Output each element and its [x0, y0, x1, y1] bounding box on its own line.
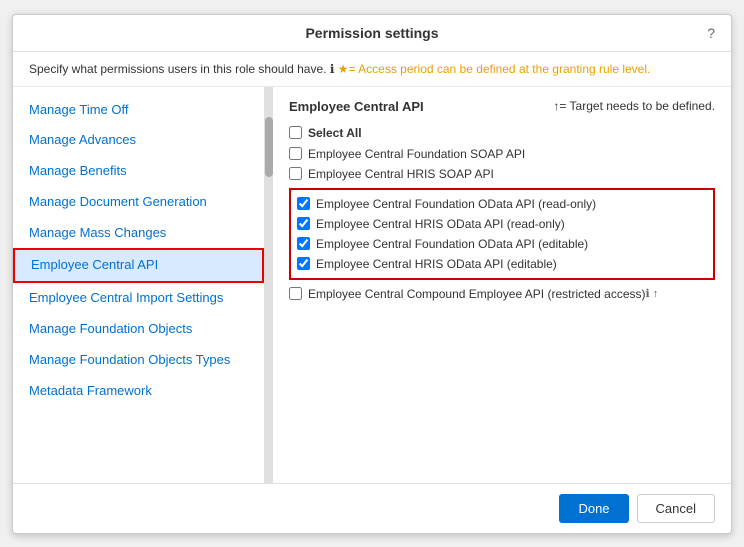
checkbox-label-ec-hris-odata-editable: Employee Central HRIS OData API (editabl…: [316, 257, 557, 271]
checkbox-row-ec-foundation-odata-editable: Employee Central Foundation OData API (e…: [297, 234, 707, 254]
checkbox-label-ec-foundation-soap: Employee Central Foundation SOAP API: [308, 147, 525, 161]
checkbox-row-ec-hris-odata-editable: Employee Central HRIS OData API (editabl…: [297, 254, 707, 274]
checkbox-row-ec-foundation-odata-readonly: Employee Central Foundation OData API (r…: [297, 194, 707, 214]
dialog-header: Permission settings ?: [13, 15, 731, 52]
checkboxes-container: Select All Employee Central Foundation S…: [289, 122, 715, 304]
sidebar-scroll-thumb[interactable]: [265, 117, 273, 177]
checkbox-row-ec-compound-employee: Employee Central Compound Employee API (…: [289, 284, 715, 304]
checkboxes-list: Employee Central Foundation SOAP API Empl…: [289, 144, 715, 304]
checkbox-row-ec-hris-odata-readonly: Employee Central HRIS OData API (read-on…: [297, 214, 707, 234]
sidebar-item-manage-foundation-objects[interactable]: Manage Foundation Objects: [13, 314, 264, 345]
dialog-title: Permission settings: [305, 25, 438, 41]
sidebar-item-employee-central-api[interactable]: Employee Central API: [13, 248, 264, 283]
sidebar-item-metadata-framework[interactable]: Metadata Framework: [13, 376, 264, 407]
section-header: Employee Central API ↑= Target needs to …: [289, 99, 715, 114]
checkbox-row-ec-hris-soap: Employee Central HRIS SOAP API: [289, 164, 715, 184]
sidebar-item-employee-central-import-settings[interactable]: Employee Central Import Settings: [13, 283, 264, 314]
checkbox-label-ec-foundation-odata-readonly: Employee Central Foundation OData API (r…: [316, 197, 596, 211]
info-target-icon: ℹ ↑: [645, 287, 658, 300]
section-title: Employee Central API: [289, 99, 424, 114]
checkbox-ec-hris-soap[interactable]: [289, 167, 302, 180]
sidebar-item-manage-benefits[interactable]: Manage Benefits: [13, 156, 264, 187]
select-all-label: Select All: [308, 126, 362, 140]
checkbox-label-ec-compound-employee: Employee Central Compound Employee API (…: [308, 287, 645, 301]
sidebar-scrollbar[interactable]: [265, 87, 273, 483]
checkbox-ec-foundation-odata-editable[interactable]: [297, 237, 310, 250]
help-icon[interactable]: ?: [707, 25, 715, 41]
star-note: ★= Access period can be defined at the g…: [338, 62, 651, 76]
done-button[interactable]: Done: [559, 494, 628, 523]
select-all-row: Select All: [289, 122, 715, 144]
info-bar: Specify what permissions users in this r…: [13, 52, 731, 87]
sidebar-wrapper: Manage Time OffManage AdvancesManage Ben…: [13, 87, 273, 483]
dialog-body: Specify what permissions users in this r…: [13, 52, 731, 483]
sidebar-item-manage-document-generation[interactable]: Manage Document Generation: [13, 187, 264, 218]
checkbox-ec-foundation-odata-readonly[interactable]: [297, 197, 310, 210]
highlighted-checkboxes-box: Employee Central Foundation OData API (r…: [289, 188, 715, 280]
checkbox-ec-hris-odata-editable[interactable]: [297, 257, 310, 270]
cancel-button[interactable]: Cancel: [637, 494, 715, 523]
content-area: Employee Central API ↑= Target needs to …: [273, 87, 731, 483]
sidebar-item-manage-foundation-objects-types[interactable]: Manage Foundation Objects Types: [13, 345, 264, 376]
checkbox-ec-hris-odata-readonly[interactable]: [297, 217, 310, 230]
sidebar-item-manage-advances[interactable]: Manage Advances: [13, 125, 264, 156]
select-all-checkbox[interactable]: [289, 126, 302, 139]
checkbox-ec-foundation-soap[interactable]: [289, 147, 302, 160]
checkbox-label-ec-foundation-odata-editable: Employee Central Foundation OData API (e…: [316, 237, 588, 251]
dialog-footer: Done Cancel: [13, 483, 731, 533]
target-note: ↑= Target needs to be defined.: [553, 99, 715, 114]
checkbox-row-ec-foundation-soap: Employee Central Foundation SOAP API: [289, 144, 715, 164]
checkbox-label-ec-hris-soap: Employee Central HRIS SOAP API: [308, 167, 494, 181]
sidebar-item-manage-mass-changes[interactable]: Manage Mass Changes: [13, 218, 264, 249]
sidebar: Manage Time OffManage AdvancesManage Ben…: [13, 87, 265, 483]
info-icon: ℹ: [330, 62, 338, 76]
main-area: Manage Time OffManage AdvancesManage Ben…: [13, 87, 731, 483]
sidebar-item-manage-time-off[interactable]: Manage Time Off: [13, 95, 264, 126]
info-text: Specify what permissions users in this r…: [29, 62, 326, 76]
checkbox-label-ec-hris-odata-readonly: Employee Central HRIS OData API (read-on…: [316, 217, 565, 231]
permission-settings-dialog: Permission settings ? Specify what permi…: [12, 14, 732, 534]
checkbox-ec-compound-employee[interactable]: [289, 287, 302, 300]
